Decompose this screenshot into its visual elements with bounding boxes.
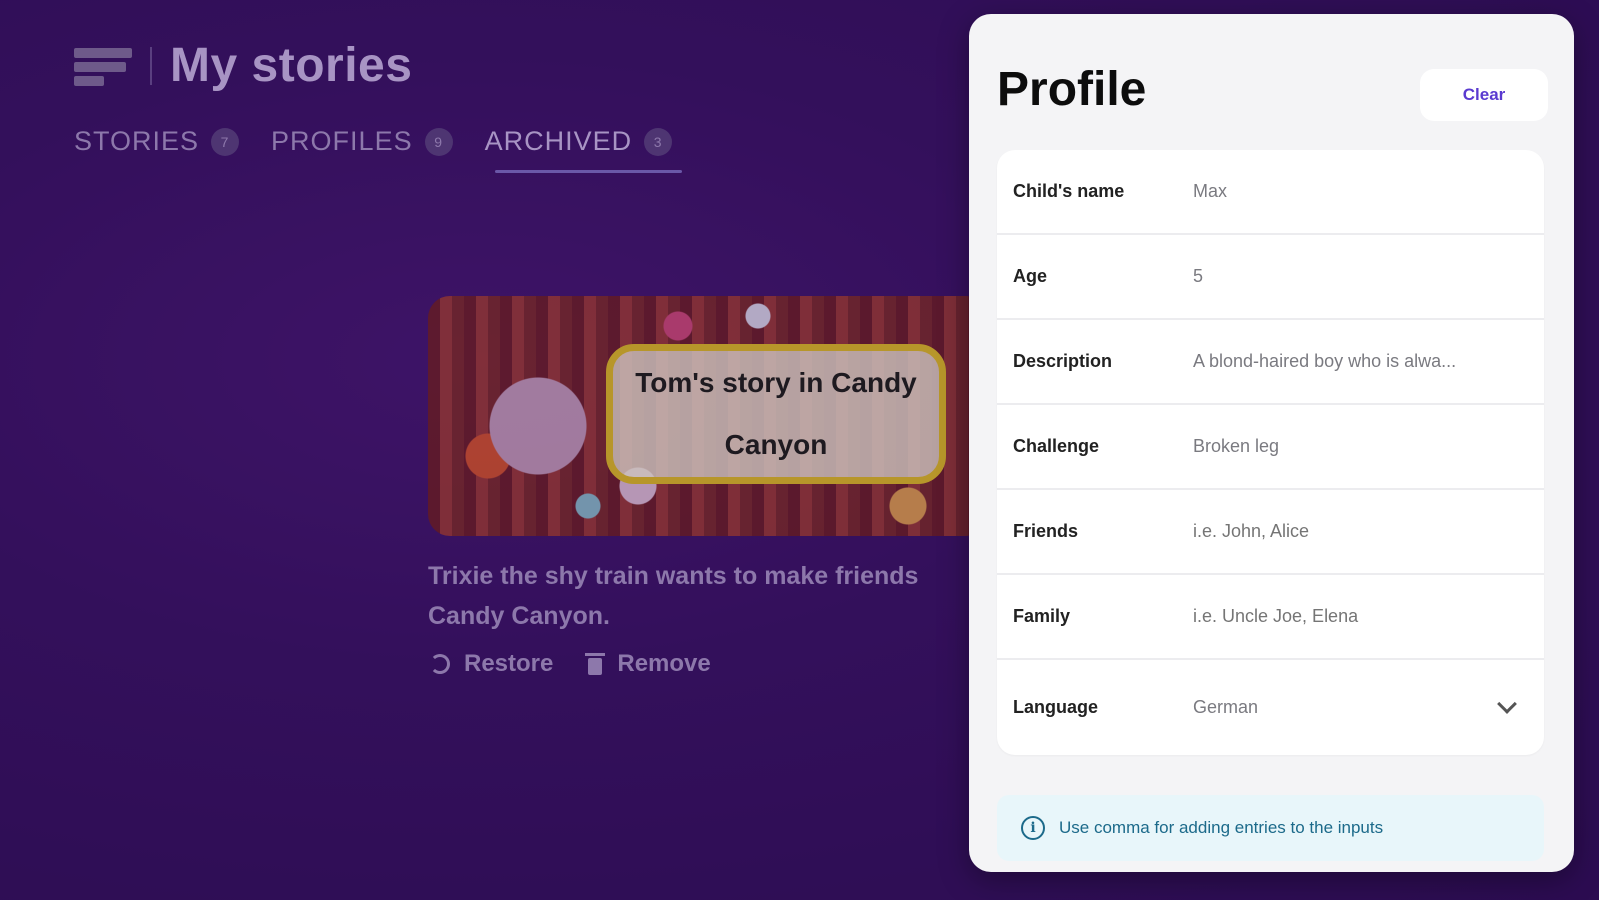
tab-profiles[interactable]: PROFILES 9 xyxy=(271,126,453,173)
language-select[interactable]: German xyxy=(1193,697,1500,718)
trash-icon xyxy=(585,653,606,675)
child-name-row: Child's name xyxy=(997,150,1544,235)
family-input[interactable] xyxy=(1193,606,1544,627)
books-logo-icon[interactable] xyxy=(74,44,134,88)
description-input[interactable] xyxy=(1193,351,1544,372)
story-card-title: Tom's story in Candy Canyon xyxy=(606,344,946,484)
restore-icon xyxy=(430,654,450,674)
friends-row: Friends xyxy=(997,490,1544,575)
family-row: Family xyxy=(997,575,1544,660)
tab-archived-count: 3 xyxy=(644,127,673,156)
description-label: Description xyxy=(1013,351,1113,371)
tab-profiles-label: PROFILES xyxy=(271,126,413,156)
hint-text: Use comma for adding entries to the inpu… xyxy=(1059,818,1384,837)
child-name-input[interactable] xyxy=(1193,181,1544,202)
chevron-down-icon[interactable] xyxy=(1497,693,1517,714)
challenge-input[interactable] xyxy=(1193,436,1544,457)
story-card-actions: Restore Remove xyxy=(430,650,711,678)
language-label: Language xyxy=(1013,697,1099,717)
story-card-description: Trixie the shy train wants to make frien… xyxy=(428,562,919,630)
challenge-row: Challenge xyxy=(997,405,1544,490)
page-title: My stories xyxy=(170,39,413,92)
tab-archived[interactable]: ARCHIVED 3 xyxy=(484,126,682,173)
tab-bar: STORIES 7 PROFILES 9 ARCHIVED 3 xyxy=(74,126,682,173)
friends-input[interactable] xyxy=(1193,521,1544,542)
age-input[interactable] xyxy=(1193,266,1544,287)
hint-banner: i Use comma for adding entries to the in… xyxy=(997,795,1544,861)
family-label: Family xyxy=(1013,606,1071,626)
age-row: Age xyxy=(997,235,1544,320)
child-name-label: Child's name xyxy=(1013,181,1125,201)
friends-label: Friends xyxy=(1013,521,1079,541)
remove-button[interactable]: Remove xyxy=(585,650,711,678)
language-row[interactable]: Language German xyxy=(997,660,1544,755)
profile-title: Profile xyxy=(997,63,1147,116)
profile-panel: Profile Clear Child's name Age Descripti… xyxy=(969,14,1574,872)
tab-archived-label: ARCHIVED xyxy=(484,126,633,156)
tab-stories-count: 7 xyxy=(211,127,240,156)
restore-button[interactable]: Restore xyxy=(430,650,553,678)
restore-label: Restore xyxy=(464,650,554,677)
clear-button[interactable]: Clear xyxy=(1420,69,1548,121)
description-row: Description xyxy=(997,320,1544,405)
remove-label: Remove xyxy=(617,650,711,677)
header-divider xyxy=(150,46,152,85)
tab-profiles-count: 9 xyxy=(424,127,453,156)
profile-form: Child's name Age Description Challenge F… xyxy=(997,150,1544,755)
challenge-label: Challenge xyxy=(1013,436,1100,456)
age-label: Age xyxy=(1013,266,1048,286)
tab-stories-label: STORIES xyxy=(74,126,200,156)
tab-stories[interactable]: STORIES 7 xyxy=(74,126,240,173)
page-header: My stories xyxy=(74,38,412,93)
info-icon: i xyxy=(1021,816,1045,840)
